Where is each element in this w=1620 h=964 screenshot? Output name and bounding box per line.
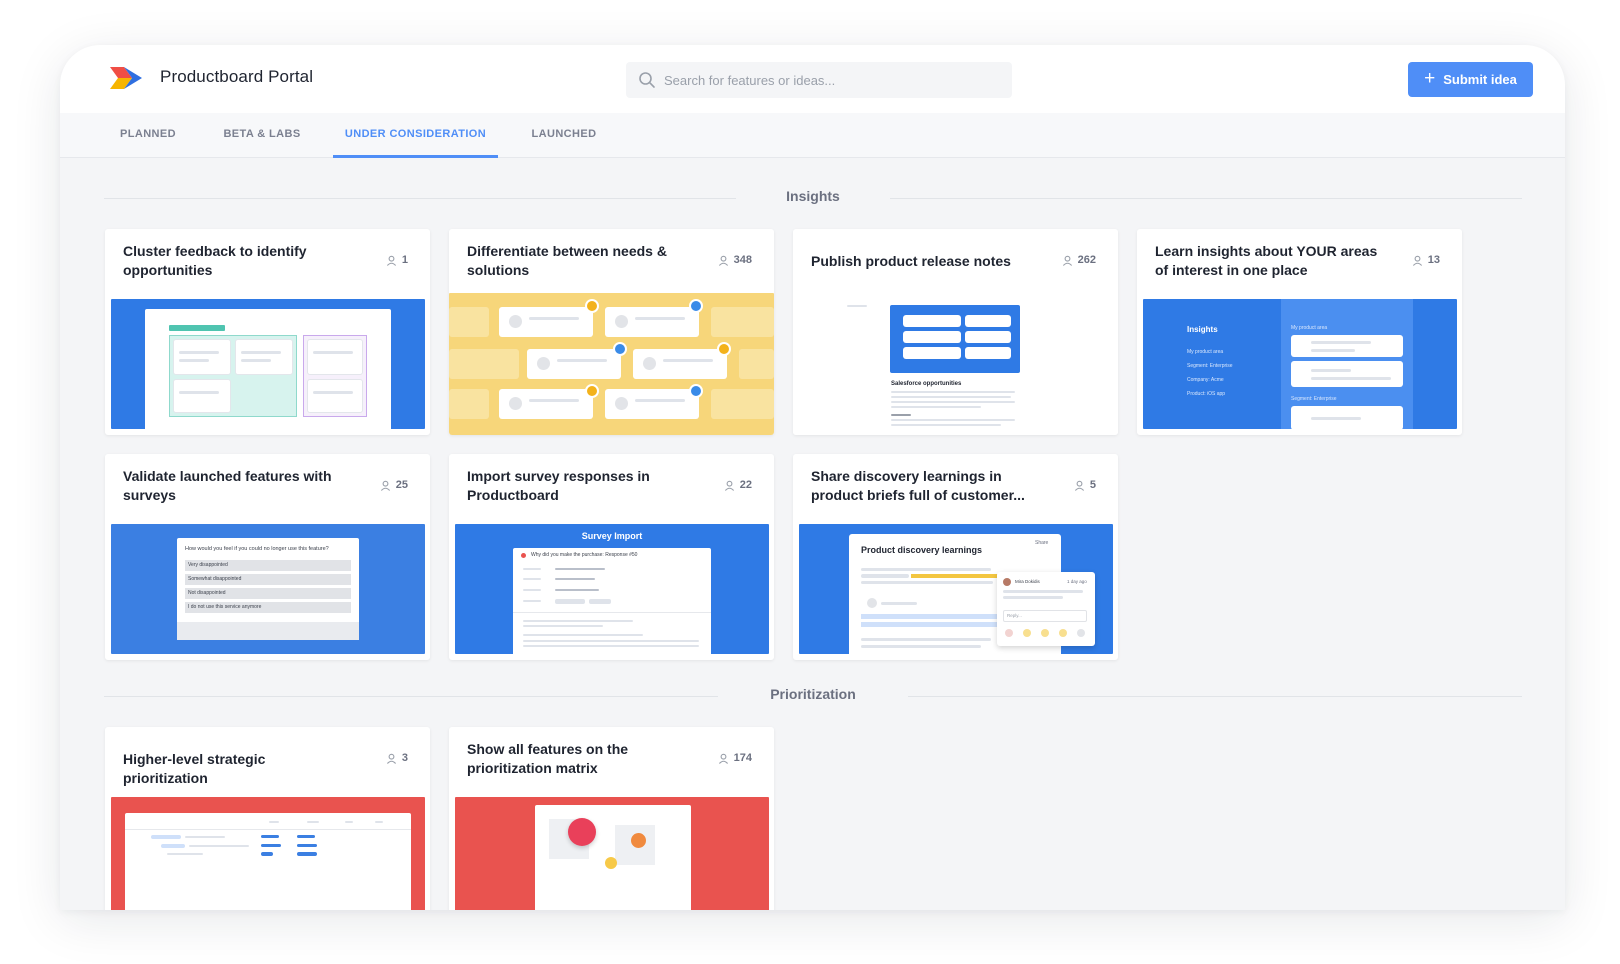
vote-count: 1 — [386, 254, 408, 266]
insights-panel-heading: Insights — [1187, 325, 1218, 334]
section-title: Insights — [786, 188, 840, 204]
feature-card[interactable]: Cluster feedback to identify opportuniti… — [105, 229, 430, 435]
card-thumbnail: Product discovery learnings Share Mira D… — [799, 524, 1113, 654]
vote-count: 262 — [1062, 254, 1096, 266]
feature-card[interactable]: Learn insights about YOUR areas of inter… — [1137, 229, 1462, 435]
vote-count: 174 — [718, 752, 752, 764]
vote-count: 13 — [1412, 254, 1440, 266]
card-title: Share discovery learnings in product bri… — [811, 468, 1025, 503]
vote-count: 5 — [1074, 479, 1096, 491]
card-title: Import survey responses in Productboard — [467, 468, 650, 503]
submit-idea-button[interactable]: + Submit idea — [1408, 62, 1533, 97]
user-icon — [386, 753, 396, 764]
vote-count: 348 — [718, 254, 752, 266]
vote-count: 25 — [380, 479, 408, 491]
card-title: Publish product release notes — [811, 253, 1011, 269]
user-icon — [724, 480, 734, 491]
search-box[interactable] — [626, 62, 1012, 98]
card-thumbnail — [111, 797, 425, 910]
section-title: Prioritization — [770, 686, 856, 702]
user-icon — [1412, 255, 1422, 266]
submit-idea-label: Submit idea — [1443, 72, 1517, 87]
tab-launched[interactable]: LAUNCHED — [520, 113, 608, 158]
feature-card[interactable]: Higher-level strategic prioritization 3 — [105, 727, 430, 910]
card-thumbnail: Survey Import Why did you make the purch… — [455, 524, 769, 654]
user-icon — [1062, 255, 1072, 266]
card-title: Differentiate between needs & solutions — [467, 243, 667, 278]
tab-bar: PLANNED BETA & LABS UNDER CONSIDERATION … — [60, 113, 1565, 158]
card-title: Learn insights about YOUR areas of inter… — [1155, 243, 1378, 278]
card-thumbnail — [455, 797, 769, 910]
feature-card[interactable]: Share discovery learnings in product bri… — [793, 454, 1118, 660]
user-icon — [718, 255, 728, 266]
card-title: Show all features on the prioritization … — [467, 741, 629, 776]
tab-under-consideration[interactable]: UNDER CONSIDERATION — [333, 113, 498, 158]
card-thumbnail: Salesforce opportunities — [793, 293, 1118, 435]
header: Productboard Portal + Submit idea — [60, 45, 1565, 113]
feature-card[interactable]: Show all features on the prioritization … — [449, 727, 774, 910]
card-title: Higher-level strategic prioritization — [123, 751, 266, 786]
app-title: Productboard Portal — [160, 67, 314, 86]
productboard-logo-icon[interactable] — [110, 67, 142, 89]
card-title: Cluster feedback to identify opportuniti… — [123, 243, 307, 278]
user-icon — [380, 480, 390, 491]
feature-card[interactable]: Publish product release notes 262 Salesf… — [793, 229, 1118, 435]
card-thumbnail — [449, 293, 774, 435]
portal-window: Productboard Portal + Submit idea PLANNE… — [60, 45, 1565, 910]
vote-count: 22 — [724, 479, 752, 491]
section-prioritization-header: Prioritization — [104, 686, 1522, 706]
user-icon — [386, 255, 396, 266]
search-input[interactable] — [664, 72, 984, 88]
release-notes-heading: Salesforce opportunities — [891, 381, 962, 387]
feature-card[interactable]: Validate launched features with surveys … — [105, 454, 430, 660]
user-icon — [1074, 480, 1084, 491]
search-icon — [638, 71, 656, 89]
card-thumbnail: Insights My product area Segment: Enterp… — [1143, 299, 1457, 429]
plus-icon: + — [1424, 68, 1436, 89]
tab-beta-labs[interactable]: BETA & LABS — [220, 113, 304, 158]
feature-card[interactable]: Import survey responses in Productboard … — [449, 454, 774, 660]
feature-card[interactable]: Differentiate between needs & solutions … — [449, 229, 774, 435]
card-thumbnail — [111, 299, 425, 429]
card-title: Validate launched features with surveys — [123, 468, 332, 503]
section-insights-header: Insights — [104, 188, 1522, 208]
vote-count: 3 — [386, 752, 408, 764]
user-icon — [718, 753, 728, 764]
tab-planned[interactable]: PLANNED — [105, 113, 191, 158]
card-thumbnail: How would you feel if you could no longe… — [111, 524, 425, 654]
